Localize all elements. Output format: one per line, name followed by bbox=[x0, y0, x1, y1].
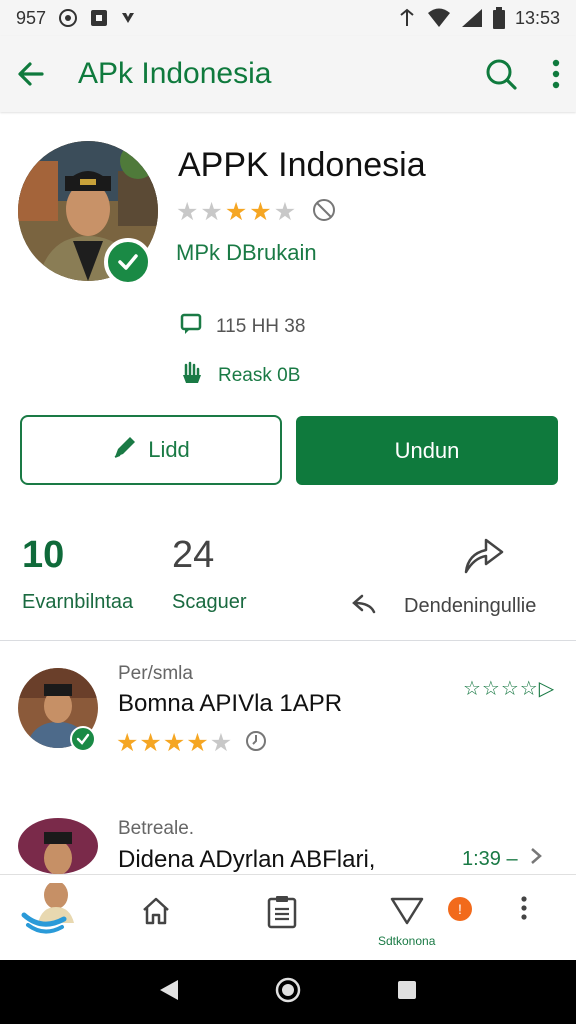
system-navigation-bar bbox=[0, 960, 576, 1024]
app-bar: APk Indonesia bbox=[0, 36, 576, 112]
nav-discover-label: Sdtkonona bbox=[378, 934, 436, 948]
star-icon: ★ bbox=[176, 198, 199, 226]
star-icon: ★ bbox=[162, 729, 186, 757]
review-stars-link[interactable]: ☆☆☆☆▷ bbox=[463, 676, 555, 701]
back-arrow-icon[interactable] bbox=[16, 59, 46, 89]
app-reviews-text: Reask 0B bbox=[218, 365, 301, 386]
bottom-navigation: Sdtkonona ! bbox=[0, 874, 576, 960]
nav-clipboard[interactable] bbox=[266, 895, 298, 934]
star-icon: ★ bbox=[186, 729, 209, 757]
app-rating: ★ ★ ★ ★ ★ bbox=[176, 198, 336, 227]
discover-icon bbox=[389, 895, 425, 930]
status-left-text: 957 bbox=[16, 7, 47, 28]
secondary-action-button[interactable]: Lidd bbox=[20, 415, 282, 485]
app-size-row: 115 HH 38 bbox=[180, 313, 305, 341]
home-icon bbox=[140, 895, 172, 932]
primary-action-button[interactable]: Undun bbox=[296, 416, 558, 485]
review-title: Bomna APIVla 1APR bbox=[118, 690, 343, 717]
stat-second: 24 Scaguer bbox=[172, 534, 247, 614]
stat-first-value: 10 bbox=[22, 534, 65, 576]
stat-third-label: Dendeningullie bbox=[404, 595, 537, 617]
pencil-icon bbox=[112, 434, 138, 466]
star-icon: ★ bbox=[224, 198, 248, 226]
wifi-icon bbox=[427, 8, 451, 28]
system-home-icon[interactable] bbox=[275, 977, 301, 1008]
notification-badge: ! bbox=[448, 897, 472, 921]
app-reviews-row: Reask 0B bbox=[180, 361, 300, 391]
circle-notification-icon bbox=[58, 8, 78, 28]
developer-name[interactable]: MPk DBrukain bbox=[176, 240, 317, 266]
nav-discover[interactable]: Sdtkonona bbox=[378, 895, 435, 948]
status-time: 13:53 bbox=[514, 7, 560, 28]
review-rating: ★ ★ ★ ★ ★ bbox=[116, 730, 267, 757]
stat-first-label: Evarnbilntaa bbox=[22, 591, 134, 613]
more-icon bbox=[520, 895, 528, 926]
message-icon bbox=[180, 313, 202, 341]
blocked-icon bbox=[312, 198, 336, 227]
square-notification-icon bbox=[90, 9, 108, 27]
review-time-row[interactable]: 1:39 – bbox=[462, 847, 542, 871]
data-saver-icon bbox=[397, 8, 417, 28]
star-icon: ★ bbox=[116, 729, 139, 757]
nav-home[interactable] bbox=[140, 895, 172, 932]
reply-icon bbox=[352, 594, 378, 619]
stat-second-label: Scaguer bbox=[172, 591, 247, 613]
system-back-icon[interactable] bbox=[158, 978, 180, 1007]
clock-icon bbox=[245, 730, 267, 757]
verified-check-icon bbox=[70, 726, 96, 752]
star-icon: ★ bbox=[200, 198, 223, 226]
overflow-menu-icon[interactable] bbox=[552, 59, 560, 89]
clipboard-icon bbox=[266, 895, 298, 934]
system-recents-icon[interactable] bbox=[396, 979, 418, 1006]
star-icon: ★ bbox=[139, 729, 162, 757]
star-icon: ★ bbox=[209, 729, 233, 757]
star-icon: ★ bbox=[273, 198, 297, 226]
shield-notification-icon bbox=[120, 10, 136, 26]
app-size-text: 115 HH 38 bbox=[216, 316, 306, 337]
primary-action-label: Undun bbox=[394, 437, 460, 463]
chevron-right-icon bbox=[530, 847, 542, 871]
reviewer-avatar[interactable] bbox=[18, 818, 98, 874]
battery-icon bbox=[492, 7, 505, 29]
app-bar-title: APk Indonesia bbox=[78, 57, 272, 90]
secondary-action-label: Lidd bbox=[148, 437, 190, 462]
nav-more[interactable] bbox=[520, 895, 528, 926]
app-logo-icon[interactable] bbox=[20, 881, 80, 937]
review-caption: Betreale. bbox=[118, 818, 195, 839]
search-icon[interactable] bbox=[484, 57, 518, 91]
review-caption: Per/smla bbox=[118, 663, 193, 684]
review-title: Didena ADyrlan ABFlari, bbox=[118, 846, 376, 873]
stat-second-value: 24 bbox=[172, 534, 215, 576]
share-icon bbox=[462, 536, 506, 581]
stat-first: 10 Evarnbilntaa bbox=[22, 534, 133, 614]
signal-icon bbox=[461, 8, 483, 28]
download-hand-icon bbox=[180, 361, 204, 391]
app-name: APPK Indonesia bbox=[178, 146, 426, 184]
review-time: 1:39 – bbox=[462, 847, 518, 870]
verified-check-icon bbox=[104, 238, 152, 286]
star-icon: ★ bbox=[249, 198, 272, 226]
section-divider bbox=[0, 640, 576, 641]
status-bar: 957 13:53 bbox=[0, 0, 576, 36]
